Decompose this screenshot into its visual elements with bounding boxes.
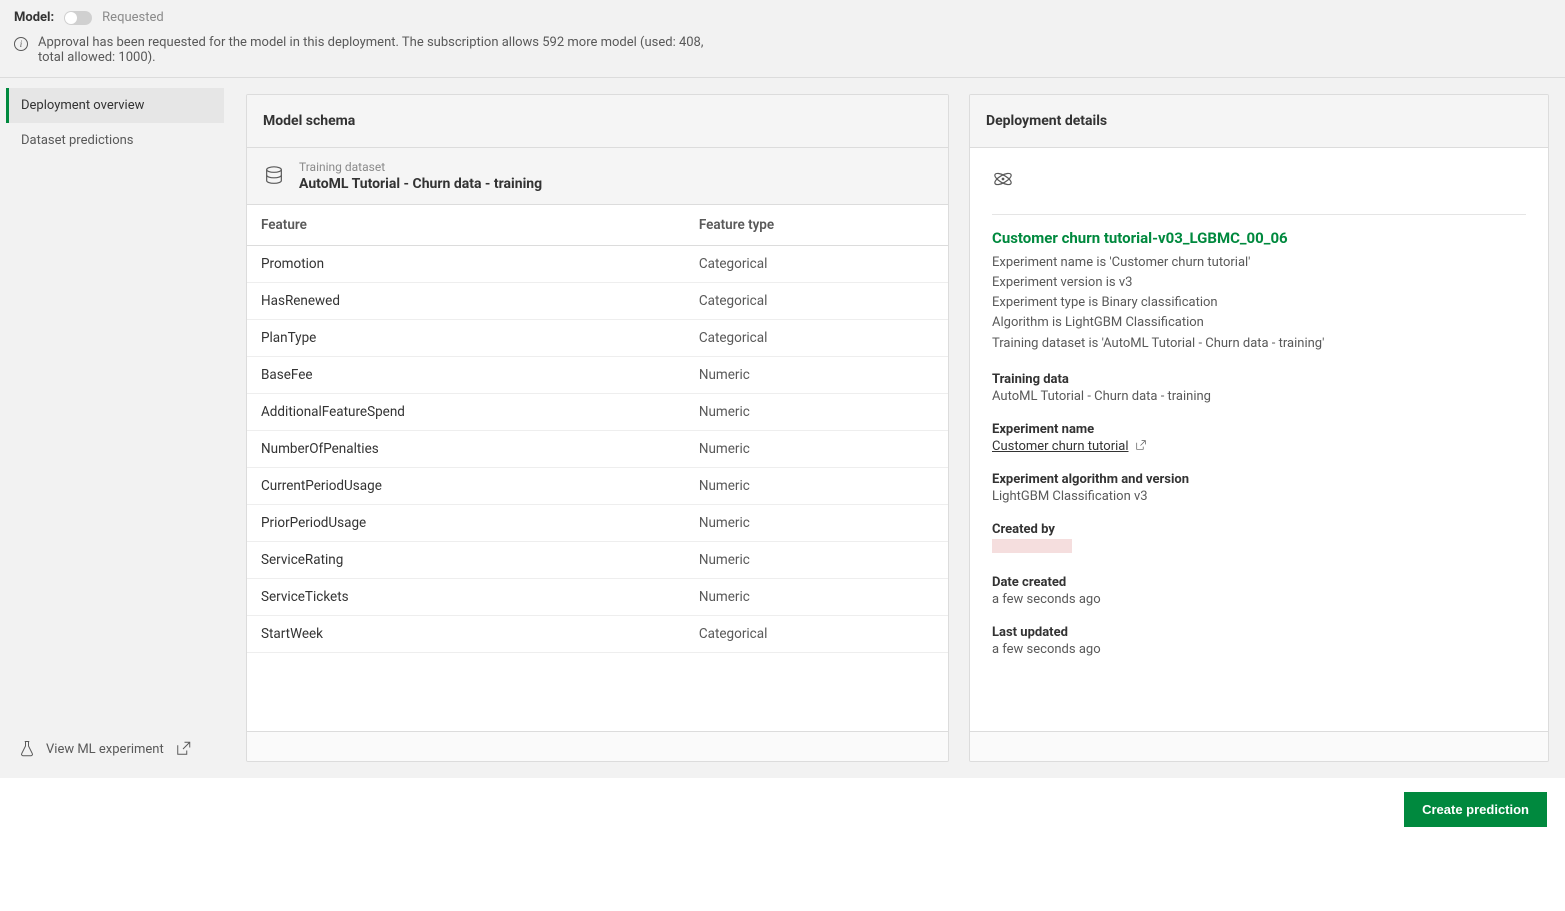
table-row[interactable]: ServiceTicketsNumeric (247, 579, 948, 616)
col-type: Feature type (685, 205, 948, 246)
view-ml-experiment-label: View ML experiment (46, 742, 164, 757)
feature-cell: ServiceRating (247, 542, 685, 579)
create-prediction-button[interactable]: Create prediction (1404, 792, 1547, 827)
experiment-name-link[interactable]: Customer churn tutorial (992, 439, 1129, 454)
created-by-label: Created by (992, 522, 1526, 537)
created-by-value (992, 539, 1072, 553)
feature-cell: StartWeek (247, 616, 685, 653)
last-updated-value: a few seconds ago (992, 642, 1526, 657)
table-row[interactable]: NumberOfPenaltiesNumeric (247, 431, 948, 468)
sidebar-item-deployment-overview[interactable]: Deployment overview (6, 88, 224, 123)
view-ml-experiment-link[interactable]: View ML experiment (6, 730, 224, 768)
type-cell: Numeric (685, 542, 948, 579)
feature-cell: HasRenewed (247, 283, 685, 320)
deployment-details-panel: Deployment details Customer churn tutori… (969, 94, 1549, 762)
table-row[interactable]: ServiceRatingNumeric (247, 542, 948, 579)
type-cell: Numeric (685, 579, 948, 616)
detail-line: Experiment name is 'Customer churn tutor… (992, 253, 1526, 273)
sidebar: Deployment overview Dataset predictions … (0, 78, 230, 778)
atom-icon (992, 168, 1014, 190)
detail-line: Experiment type is Binary classification (992, 293, 1526, 313)
details-footer (970, 731, 1548, 761)
training-data-label: Training data (992, 372, 1526, 387)
training-dataset-header: Training dataset AutoML Tutorial - Churn… (247, 148, 948, 205)
top-bar: Model: Requested i Approval has been req… (0, 0, 1565, 78)
table-row[interactable]: PlanTypeCategorical (247, 320, 948, 357)
date-created-label: Date created (992, 575, 1526, 590)
sidebar-item-dataset-predictions[interactable]: Dataset predictions (6, 123, 224, 158)
info-icon: i (14, 37, 28, 51)
external-link-icon (174, 740, 192, 758)
detail-line: Algorithm is LightGBM Classification (992, 313, 1526, 333)
model-toggle[interactable] (64, 11, 92, 25)
detail-line: Training dataset is 'AutoML Tutorial - C… (992, 334, 1526, 354)
main-area: Deployment overview Dataset predictions … (0, 78, 1565, 778)
feature-cell: BaseFee (247, 357, 685, 394)
type-cell: Numeric (685, 468, 948, 505)
type-cell: Numeric (685, 431, 948, 468)
database-icon (263, 165, 285, 187)
type-cell: Categorical (685, 320, 948, 357)
model-label: Model: (14, 10, 54, 25)
feature-cell: PlanType (247, 320, 685, 357)
model-schema-title: Model schema (247, 95, 948, 148)
bottom-bar: Create prediction (0, 778, 1565, 841)
detail-lines: Experiment name is 'Customer churn tutor… (992, 253, 1526, 354)
col-feature: Feature (247, 205, 685, 246)
training-data-value: AutoML Tutorial - Churn data - training (992, 389, 1526, 404)
type-cell: Categorical (685, 246, 948, 283)
algo-value: LightGBM Classification v3 (992, 489, 1526, 504)
feature-cell: NumberOfPenalties (247, 431, 685, 468)
model-name: Customer churn tutorial-v03_LGBMC_00_06 (992, 214, 1526, 247)
table-row[interactable]: PromotionCategorical (247, 246, 948, 283)
sidebar-item-label: Deployment overview (21, 98, 144, 113)
table-row[interactable]: StartWeekCategorical (247, 616, 948, 653)
feature-cell: CurrentPeriodUsage (247, 468, 685, 505)
date-created-value: a few seconds ago (992, 592, 1526, 607)
table-row[interactable]: AdditionalFeatureSpendNumeric (247, 394, 948, 431)
feature-cell: PriorPeriodUsage (247, 505, 685, 542)
feature-cell: AdditionalFeatureSpend (247, 394, 685, 431)
content-area: Model schema Training dataset AutoML Tut… (230, 78, 1565, 778)
model-status: Requested (102, 10, 164, 25)
schema-footer (247, 731, 948, 761)
table-row[interactable]: CurrentPeriodUsageNumeric (247, 468, 948, 505)
detail-line: Experiment version is v3 (992, 273, 1526, 293)
deployment-details-title: Deployment details (970, 95, 1548, 148)
feature-cell: Promotion (247, 246, 685, 283)
type-cell: Numeric (685, 357, 948, 394)
model-schema-panel: Model schema Training dataset AutoML Tut… (246, 94, 949, 762)
feature-cell: ServiceTickets (247, 579, 685, 616)
last-updated-label: Last updated (992, 625, 1526, 640)
type-cell: Numeric (685, 394, 948, 431)
sidebar-item-label: Dataset predictions (21, 133, 134, 148)
type-cell: Numeric (685, 505, 948, 542)
table-row[interactable]: HasRenewedCategorical (247, 283, 948, 320)
flask-icon (18, 740, 36, 758)
type-cell: Categorical (685, 283, 948, 320)
algo-label: Experiment algorithm and version (992, 472, 1526, 487)
schema-table: Feature Feature type PromotionCategorica… (247, 205, 948, 653)
experiment-name-label: Experiment name (992, 422, 1526, 437)
approval-notice: Approval has been requested for the mode… (38, 35, 714, 65)
training-dataset-name: AutoML Tutorial - Churn data - training (299, 176, 542, 192)
table-row[interactable]: BaseFeeNumeric (247, 357, 948, 394)
training-dataset-label: Training dataset (299, 160, 542, 174)
table-row[interactable]: PriorPeriodUsageNumeric (247, 505, 948, 542)
external-link-icon (1134, 439, 1147, 452)
type-cell: Categorical (685, 616, 948, 653)
